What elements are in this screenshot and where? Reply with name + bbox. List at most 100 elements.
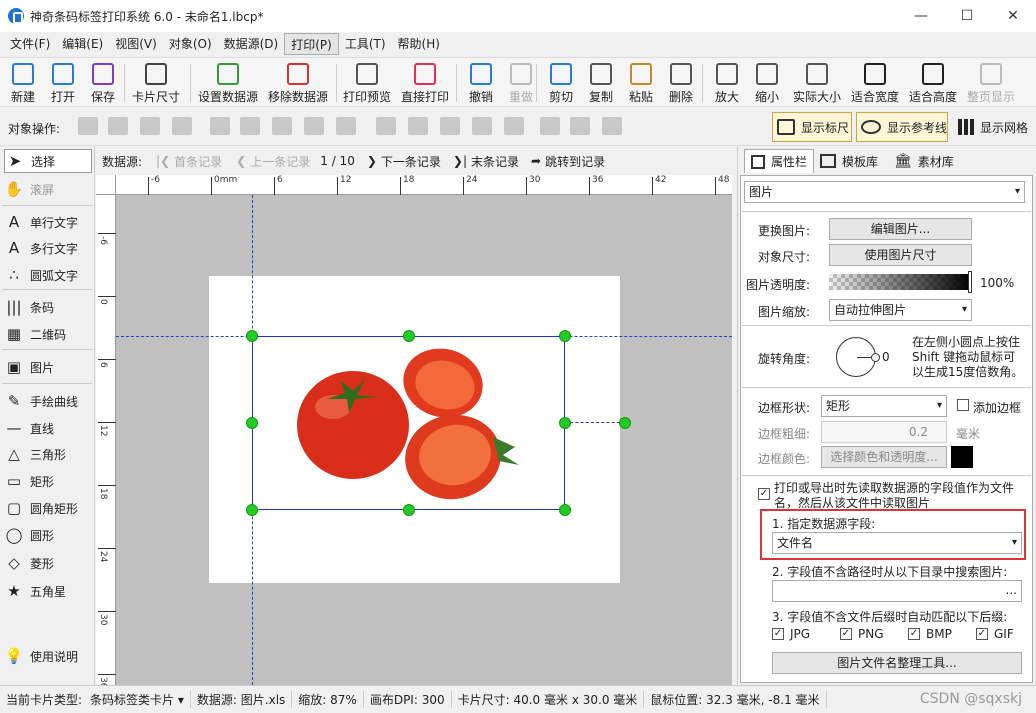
distribute-space-icon[interactable]: [336, 117, 356, 135]
filename-tool-button[interactable]: 图片文件名整理工具...: [772, 652, 1022, 674]
resize-handle-left[interactable]: [246, 417, 258, 429]
show-guides-button[interactable]: 显示参考线: [856, 112, 948, 142]
toolbar-button-19[interactable]: 整页显示: [964, 61, 1018, 105]
prev-record-button[interactable]: 上一条记录: [250, 153, 310, 170]
tool-diamond[interactable]: ◇ 菱形: [4, 551, 92, 575]
rotation-handle[interactable]: [619, 417, 631, 429]
tool-line[interactable]: — 直线: [4, 416, 92, 440]
toolbar-button-7[interactable]: 直接打印: [398, 61, 452, 105]
menu-item-3[interactable]: 对象(O): [163, 33, 218, 55]
tab-templates[interactable]: 模板库: [814, 149, 884, 173]
show-grid-button[interactable]: 显示网格: [954, 112, 1034, 142]
ungroup-icon[interactable]: [570, 117, 590, 135]
tool-ellipse[interactable]: ◯ 圆形: [4, 523, 92, 547]
menu-item-0[interactable]: 文件(F): [4, 33, 56, 55]
toolbar-button-8[interactable]: 撤销: [464, 61, 498, 105]
lock-icon[interactable]: [602, 117, 622, 135]
object-type-select[interactable]: 图片: [744, 181, 1025, 203]
group-icon[interactable]: [540, 117, 560, 135]
toolbar-button-3[interactable]: 卡片尺寸: [130, 61, 182, 105]
tool-lightbulb[interactable]: 💡 使用说明: [4, 644, 92, 668]
align-right-icon[interactable]: [272, 117, 292, 135]
card-type-select[interactable]: 条码标签类卡片 ▾: [84, 691, 191, 708]
menu-item-6[interactable]: 工具(T): [339, 33, 392, 55]
search-dir-input[interactable]: ...: [772, 580, 1022, 602]
toolbar-button-0[interactable]: 新建: [6, 61, 40, 105]
tool-image[interactable]: ▣ 图片: [4, 355, 92, 379]
toolbar-button-1[interactable]: 打开: [46, 61, 80, 105]
menu-item-2[interactable]: 视图(V): [109, 33, 163, 55]
toolbar-button-17[interactable]: 适合宽度: [848, 61, 902, 105]
align-middle-icon[interactable]: [408, 117, 428, 135]
distribute-v-icon[interactable]: [472, 117, 492, 135]
toolbar-button-6[interactable]: 打印预览: [340, 61, 394, 105]
border-width-input[interactable]: 0.2: [821, 421, 947, 443]
resize-handle-bottom-left[interactable]: [246, 504, 258, 516]
tab-properties[interactable]: 属性栏: [744, 149, 815, 173]
ext-checkbox-bmp[interactable]: ✓: [908, 628, 920, 640]
menu-item-5[interactable]: 打印(P): [284, 33, 339, 55]
toolbar-button-12[interactable]: 粘贴: [624, 61, 658, 105]
toolbar-button-15[interactable]: 缩小: [750, 61, 784, 105]
align-left-icon[interactable]: [210, 117, 230, 135]
show-ruler-button[interactable]: 显示标尺: [772, 112, 852, 142]
rotation-dial[interactable]: [836, 337, 880, 377]
maximize-button[interactable]: ☐: [944, 0, 990, 32]
edit-image-button[interactable]: 编辑图片...: [829, 218, 972, 240]
toolbar-button-4[interactable]: 设置数据源: [194, 61, 262, 105]
toolbar-button-9[interactable]: 重做: [504, 61, 538, 105]
toolbar-button-2[interactable]: 保存: [86, 61, 120, 105]
add-border-checkbox[interactable]: [957, 399, 969, 411]
read-from-datasource-checkbox[interactable]: ✓: [758, 488, 770, 500]
layer-top-icon[interactable]: [140, 117, 160, 135]
resize-handle-top-left[interactable]: [246, 330, 258, 342]
rotation-dial-knob[interactable]: [871, 353, 880, 362]
layer-down-icon[interactable]: [108, 117, 128, 135]
distribute-h-icon[interactable]: [304, 117, 324, 135]
layer-up-icon[interactable]: [78, 117, 98, 135]
use-image-size-button[interactable]: 使用图片尺寸: [829, 244, 972, 266]
tool-qrcode[interactable]: ▦ 二维码: [4, 322, 92, 346]
close-button[interactable]: ✕: [990, 0, 1036, 32]
toolbar-button-5[interactable]: 移除数据源: [264, 61, 332, 105]
border-color-swatch[interactable]: [951, 446, 973, 468]
tool-rectangle[interactable]: ▭ 矩形: [4, 469, 92, 493]
tool-barcode[interactable]: ||| 条码: [4, 295, 92, 319]
tool-hand[interactable]: ✋ 滚屏: [4, 177, 92, 201]
tab-materials[interactable]: 🏛 素材库: [888, 149, 960, 173]
align-top-icon[interactable]: [376, 117, 396, 135]
last-record-button[interactable]: 末条记录: [471, 153, 519, 170]
toolbar-button-14[interactable]: 放大: [710, 61, 744, 105]
resize-handle-right[interactable]: [559, 417, 571, 429]
tool-single-line-text[interactable]: A 单行文字: [4, 210, 92, 234]
toolbar-button-16[interactable]: 实际大小: [790, 61, 844, 105]
tool-arc-text[interactable]: ∴ 圆弧文字: [4, 263, 92, 287]
scale-select[interactable]: 自动拉伸图片: [829, 299, 972, 321]
toolbar-button-11[interactable]: 复制: [584, 61, 618, 105]
distribute-vspace-icon[interactable]: [504, 117, 524, 135]
resize-handle-top-right[interactable]: [559, 330, 571, 342]
align-bottom-icon[interactable]: [440, 117, 460, 135]
image-object[interactable]: [252, 336, 565, 510]
ext-checkbox-png[interactable]: ✓: [840, 628, 852, 640]
first-record-button[interactable]: 首条记录: [174, 153, 222, 170]
toolbar-button-10[interactable]: 剪切: [544, 61, 578, 105]
minimize-button[interactable]: —: [898, 0, 944, 32]
design-canvas[interactable]: -6 0mm 6 12 18 24 30 36 42 48 -6 0 6 12 18 24 30 36: [96, 175, 732, 685]
tool-triangle[interactable]: △ 三角形: [4, 442, 92, 466]
resize-handle-bottom[interactable]: [403, 504, 415, 516]
tool-pen[interactable]: ✎ 手绘曲线: [4, 389, 92, 413]
jump-record-button[interactable]: 跳转到记录: [545, 153, 605, 170]
transparency-slider[interactable]: [829, 274, 972, 290]
tool-star[interactable]: ★ 五角星: [4, 579, 92, 603]
tool-arrow-cursor[interactable]: ➤ 选择: [4, 149, 92, 173]
datasource-field-select[interactable]: 文件名: [772, 532, 1022, 554]
toolbar-button-13[interactable]: 删除: [664, 61, 698, 105]
layer-bottom-icon[interactable]: [172, 117, 192, 135]
border-shape-select[interactable]: 矩形: [821, 395, 947, 417]
transparency-slider-thumb[interactable]: [968, 271, 972, 293]
tool-rounded-rect[interactable]: ▢ 圆角矩形: [4, 496, 92, 520]
resize-handle-bottom-right[interactable]: [559, 504, 571, 516]
ext-checkbox-gif[interactable]: ✓: [976, 628, 988, 640]
menu-item-1[interactable]: 编辑(E): [56, 33, 109, 55]
